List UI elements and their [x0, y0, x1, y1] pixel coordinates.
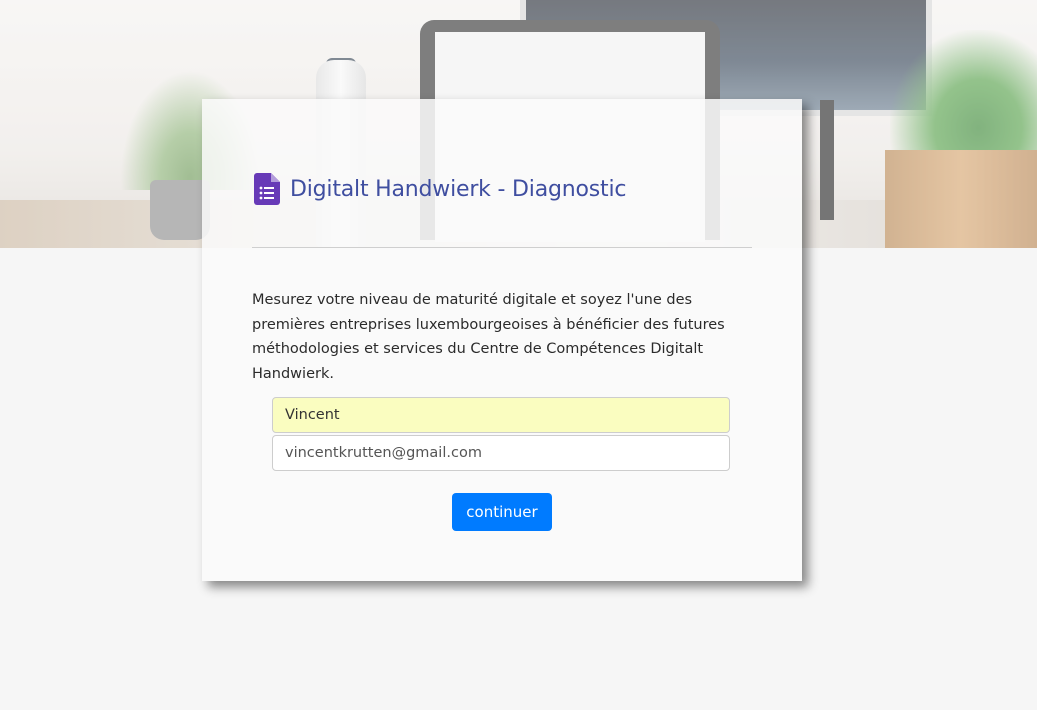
continue-button[interactable]: continuer: [452, 493, 552, 531]
intro-text: Mesurez votre niveau de maturité digital…: [252, 292, 725, 382]
name-field[interactable]: [272, 397, 730, 433]
email-field[interactable]: [272, 435, 730, 471]
google-forms-icon: [254, 173, 280, 205]
form-card: Digitalt Handwierk - Diagnostic Mesurez …: [202, 99, 802, 581]
page-header: Digitalt Handwierk - Diagnostic: [254, 173, 626, 205]
divider: [252, 247, 752, 248]
page-title: Digitalt Handwierk - Diagnostic: [290, 176, 627, 202]
